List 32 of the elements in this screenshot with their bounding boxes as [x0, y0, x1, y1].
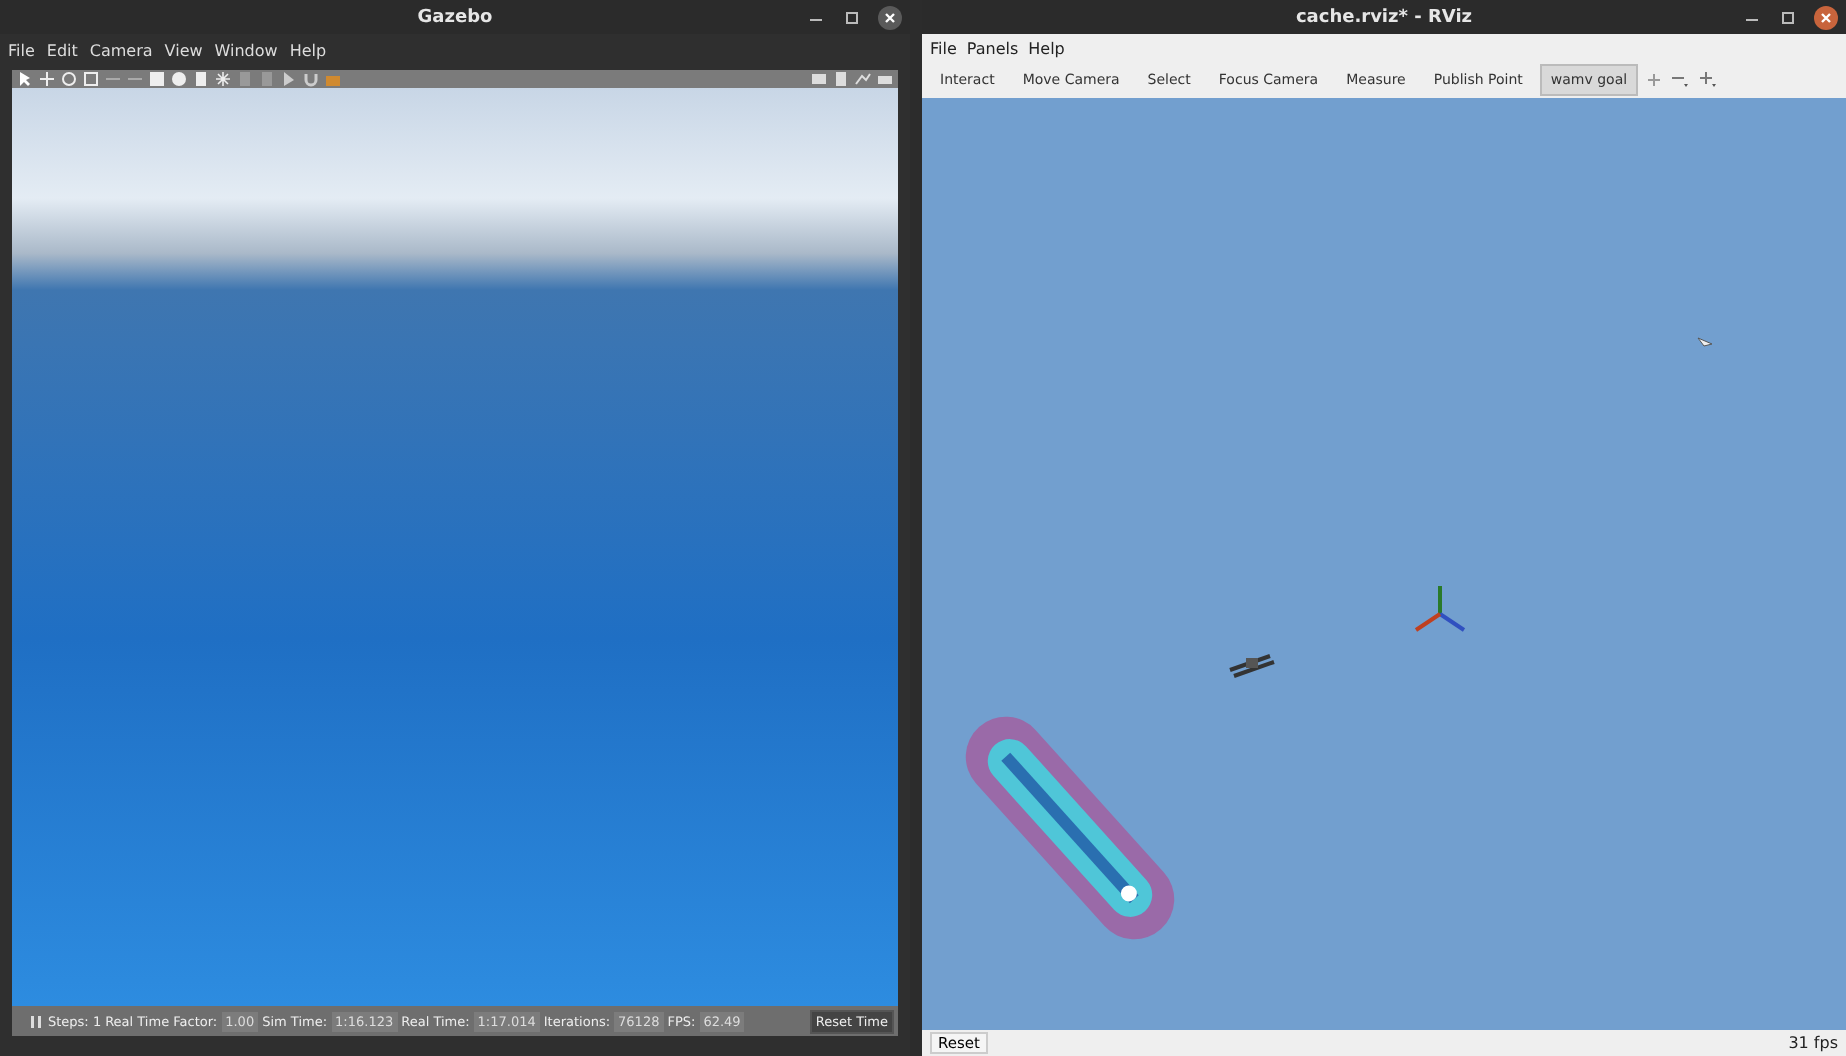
plot-icon[interactable]: [854, 70, 872, 88]
window-title: Gazebo: [417, 7, 493, 27]
box-icon[interactable]: [148, 70, 166, 88]
light-icon[interactable]: [214, 70, 232, 88]
menu-item[interactable]: Help: [289, 41, 327, 59]
menu-item[interactable]: Window: [214, 41, 278, 59]
sphere-icon[interactable]: [170, 70, 188, 88]
magnet-icon[interactable]: [302, 70, 320, 88]
window-title: cache.rviz* - RViz: [1295, 7, 1473, 27]
close-icon[interactable]: [878, 6, 902, 30]
3d-scene-view[interactable]: [12, 88, 898, 1006]
move-icon[interactable]: [38, 70, 56, 88]
maximize-icon[interactable]: [842, 8, 862, 28]
add-dropdown-icon[interactable]: [1697, 72, 1718, 88]
fps-label: 31 fps: [1788, 1034, 1838, 1052]
menu-item[interactable]: File: [930, 39, 957, 57]
menu-item[interactable]: Edit: [46, 41, 78, 59]
boat-icon: [1226, 650, 1278, 678]
menu-item[interactable]: Help: [1028, 39, 1065, 57]
close-icon[interactable]: [1814, 6, 1838, 30]
menu-item[interactable]: File: [8, 41, 35, 59]
maximize-icon[interactable]: [1778, 8, 1798, 28]
scale-icon[interactable]: [82, 70, 100, 88]
arrow-icon[interactable]: [16, 70, 34, 88]
remove-icon[interactable]: [1669, 72, 1690, 88]
rotate-icon[interactable]: [60, 70, 78, 88]
add-icon[interactable]: [1645, 72, 1662, 88]
menu-item[interactable]: Panels: [966, 39, 1019, 57]
pause-icon[interactable]: [28, 1013, 44, 1029]
menu-item[interactable]: Camera: [89, 41, 153, 59]
cursor-icon: [1696, 336, 1714, 352]
menu-item[interactable]: View: [164, 41, 203, 59]
